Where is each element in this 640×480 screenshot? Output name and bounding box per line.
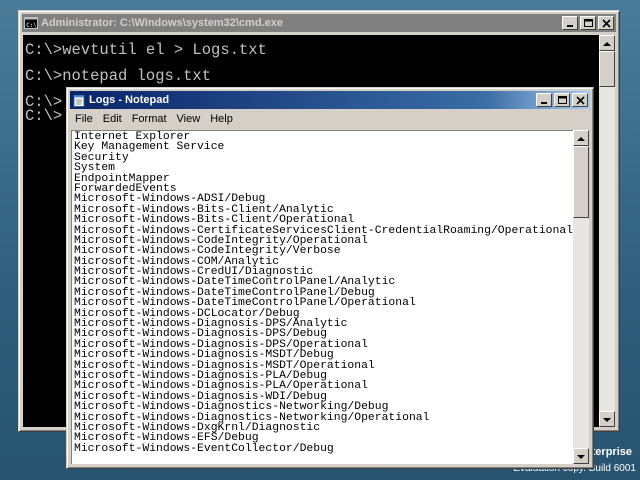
cmd-scroll-up-arrow-icon[interactable]: [599, 35, 615, 51]
notepad-scroll-thumb[interactable]: [573, 146, 589, 218]
cmd-icon: C:\: [24, 16, 38, 30]
svg-text:C:\: C:\: [26, 22, 37, 29]
cmd-maximize-button[interactable]: [580, 16, 596, 30]
cmd-scroll-thumb[interactable]: [599, 51, 615, 87]
notepad-maximize-button[interactable]: [554, 93, 570, 107]
notepad-titlebar[interactable]: Logs - Notepad: [70, 91, 590, 109]
cmd-scroll-down-arrow-icon[interactable]: [599, 411, 615, 427]
notepad-title: Logs - Notepad: [89, 94, 170, 106]
notepad-scroll-down-arrow-icon[interactable]: [573, 448, 589, 464]
notepad-icon: [72, 93, 86, 107]
notepad-close-button[interactable]: [572, 93, 588, 107]
cmd-close-button[interactable]: [598, 16, 614, 30]
notepad-minimize-button[interactable]: [536, 93, 552, 107]
notepad-text-area[interactable]: Internet Explorer Key Management Service…: [71, 130, 573, 464]
log-line: Security: [74, 151, 129, 164]
cmd-line: C:\>notepad logs.txt: [25, 67, 212, 85]
menu-edit[interactable]: Edit: [98, 113, 127, 125]
menu-help[interactable]: Help: [205, 113, 238, 125]
menu-file[interactable]: File: [70, 113, 98, 125]
log-line: System: [74, 162, 116, 175]
menu-view[interactable]: View: [172, 113, 206, 125]
cmd-minimize-button[interactable]: [562, 16, 578, 30]
log-line: Microsoft-Windows-EventCollector/Debug: [74, 442, 334, 455]
cmd-titlebar[interactable]: C:\ Administrator: C:\Windows\system32\c…: [22, 14, 616, 32]
cmd-line: C:\>wevtutil el > Logs.txt: [25, 41, 267, 59]
notepad-text: Internet Explorer Key Management Service…: [74, 131, 573, 455]
log-line: Key Management Service: [74, 141, 225, 154]
notepad-scrollbar[interactable]: [573, 130, 589, 464]
menu-format[interactable]: Format: [127, 113, 172, 125]
log-line: Microsoft-Windows-Diagnostics-Networking…: [74, 401, 389, 414]
notepad-window[interactable]: Logs - Notepad File Edit Format View Hel…: [66, 87, 594, 469]
notepad-menubar: File Edit Format View Help: [70, 110, 590, 128]
cmd-title: Administrator: C:\Windows\system32\cmd.e…: [41, 17, 283, 29]
cmd-scrollbar[interactable]: [599, 35, 615, 427]
cmd-line: C:\>: [25, 107, 63, 125]
log-line: Microsoft-Windows-Bits-Client/Operationa…: [74, 214, 355, 227]
notepad-scroll-up-arrow-icon[interactable]: [573, 130, 589, 146]
